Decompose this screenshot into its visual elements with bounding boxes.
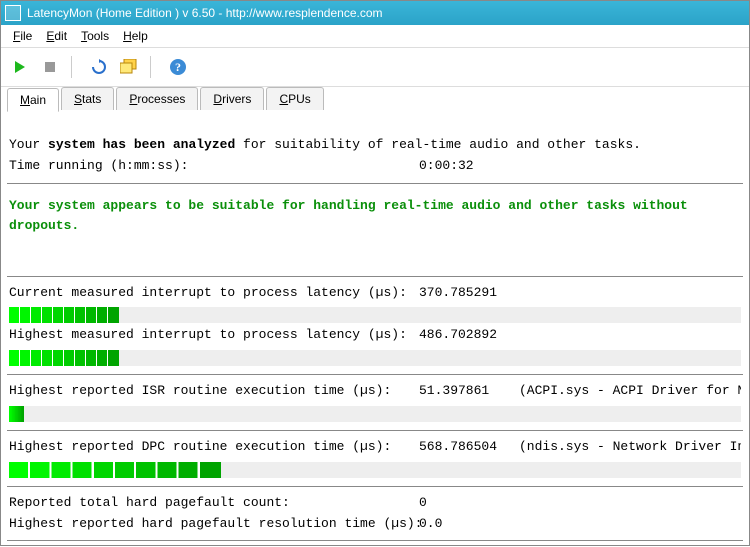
title-bar: LatencyMon (Home Edition ) v 6.50 - http… — [1, 1, 749, 25]
menu-help[interactable]: Help — [117, 27, 154, 45]
summary-bold: system has been analyzed — [48, 137, 235, 152]
verdict-text: Your system appears to be suitable for h… — [9, 196, 741, 238]
highest-dpc-extra: (ndis.sys - Network Driver Interface Spe… — [519, 437, 741, 458]
pagefault-count-row: Reported total hard pagefault count: 0 — [9, 493, 741, 514]
pagefault-time-row: Highest reported hard pagefault resoluti… — [9, 514, 741, 535]
current-interrupt-row: Current measured interrupt to process la… — [9, 283, 741, 304]
highest-isr-bar — [9, 406, 741, 422]
highest-isr-extra: (ACPI.sys - ACPI Driver for NT, Microsof… — [519, 381, 741, 402]
analysis-summary: Your system has been analyzed for suitab… — [9, 135, 741, 156]
pagefault-time-label: Highest reported hard pagefault resoluti… — [9, 514, 419, 535]
menu-file[interactable]: File — [7, 27, 38, 45]
current-interrupt-value: 370.785291 — [419, 283, 519, 304]
toolbar-separator-2 — [150, 56, 157, 78]
time-running-value: 0:00:32 — [419, 156, 519, 177]
toolbar: ? — [1, 48, 749, 87]
refresh-button[interactable] — [86, 54, 112, 80]
stop-icon — [44, 61, 56, 73]
tab-stats[interactable]: Stats — [61, 87, 114, 110]
highest-interrupt-row: Highest measured interrupt to process la… — [9, 325, 741, 346]
isr-block: Highest reported ISR routine execution t… — [7, 375, 743, 431]
current-interrupt-label: Current measured interrupt to process la… — [9, 283, 419, 304]
menu-bar: File Edit Tools Help — [1, 25, 749, 48]
highest-interrupt-fill — [9, 350, 119, 366]
start-button[interactable] — [7, 54, 33, 80]
highest-interrupt-value: 486.702892 — [419, 325, 519, 346]
windows-button[interactable] — [116, 54, 142, 80]
play-icon — [13, 60, 27, 74]
highest-isr-value: 51.397861 — [419, 381, 519, 402]
current-interrupt-bar — [9, 307, 741, 323]
content-area: Your system has been analyzed for suitab… — [1, 111, 749, 547]
pagefault-time-value: 0.0 — [419, 514, 519, 535]
summary-prefix: Your — [9, 137, 48, 152]
dpc-block: Highest reported DPC routine execution t… — [7, 431, 743, 487]
help-button[interactable]: ? — [165, 54, 191, 80]
highest-interrupt-label: Highest measured interrupt to process la… — [9, 325, 419, 346]
highest-dpc-bar — [9, 462, 741, 478]
highest-isr-row: Highest reported ISR routine execution t… — [9, 381, 741, 402]
tab-bar: Main Stats Processes Drivers CPUs — [1, 87, 749, 111]
menu-edit[interactable]: Edit — [40, 27, 73, 45]
highest-isr-label: Highest reported ISR routine execution t… — [9, 381, 419, 402]
windows-icon — [120, 59, 138, 75]
refresh-icon — [91, 59, 107, 75]
tab-main[interactable]: Main — [7, 88, 59, 112]
highest-dpc-row: Highest reported DPC routine execution t… — [9, 437, 741, 458]
time-running-label: Time running (h:mm:ss): — [9, 156, 419, 177]
interrupt-latency-block: Current measured interrupt to process la… — [7, 277, 743, 376]
pagefault-block: Reported total hard pagefault count: 0 H… — [7, 487, 743, 542]
app-icon — [5, 5, 21, 21]
svg-text:?: ? — [175, 60, 181, 74]
highest-dpc-value: 568.786504 — [419, 437, 519, 458]
tab-cpus[interactable]: CPUs — [266, 87, 323, 110]
highest-dpc-label: Highest reported DPC routine execution t… — [9, 437, 419, 458]
summary-block: Your system has been analyzed for suitab… — [7, 117, 743, 184]
window-title: LatencyMon (Home Edition ) v 6.50 - http… — [27, 6, 383, 20]
tab-drivers[interactable]: Drivers — [200, 87, 264, 110]
highest-dpc-fill — [9, 462, 221, 478]
help-icon: ? — [169, 58, 187, 76]
time-running-row: Time running (h:mm:ss): 0:00:32 — [9, 156, 741, 177]
toolbar-separator — [71, 56, 78, 78]
verdict-block: Your system appears to be suitable for h… — [7, 184, 743, 277]
highest-interrupt-bar — [9, 350, 741, 366]
pagefault-count-value: 0 — [419, 493, 519, 514]
summary-suffix: for suitability of real-time audio and o… — [235, 137, 641, 152]
pagefault-count-label: Reported total hard pagefault count: — [9, 493, 419, 514]
stop-button[interactable] — [37, 54, 63, 80]
highest-isr-fill — [9, 406, 24, 422]
menu-tools[interactable]: Tools — [75, 27, 115, 45]
tab-processes[interactable]: Processes — [116, 87, 198, 110]
current-interrupt-fill — [9, 307, 119, 323]
